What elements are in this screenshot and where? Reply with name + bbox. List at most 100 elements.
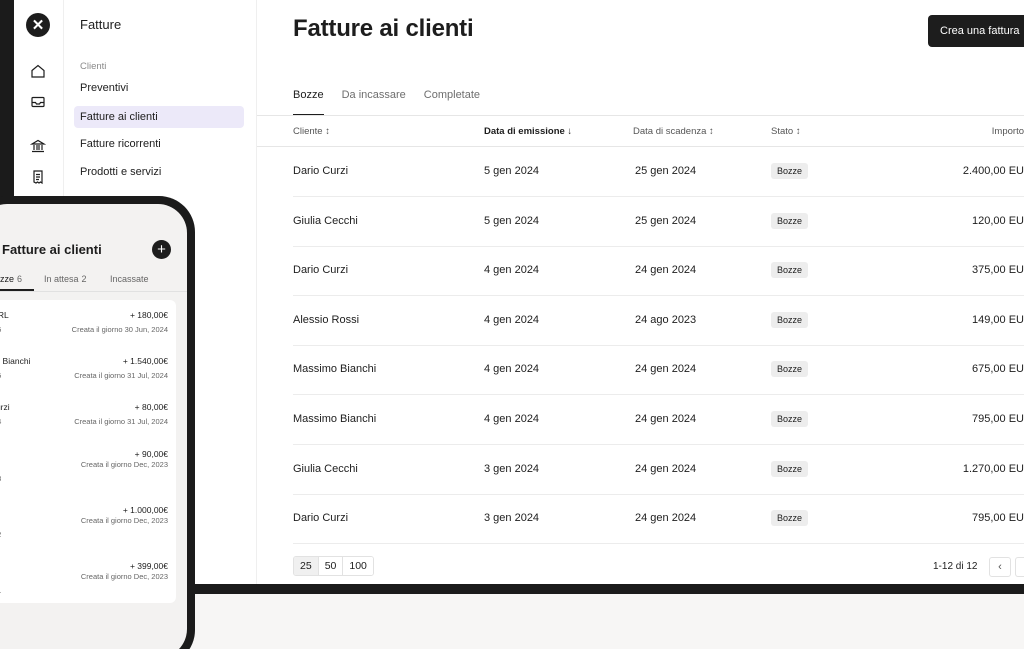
nav-item-fatture-ricorrenti[interactable]: Fatture ricorrenti	[74, 133, 244, 155]
mobile-item-code: 024-51	[0, 586, 1, 595]
cell-cliente: Alessio Rossi	[293, 313, 360, 326]
cell-importo: 375,00 EU	[972, 264, 1024, 277]
table-row[interactable]: Giulia Cecchi 5 gen 2024 25 gen 2024 Bozze 1…	[293, 197, 1024, 247]
inbox-icon[interactable]	[29, 93, 47, 111]
table-row[interactable]: Dario Curzi 4 gen 2024 24 gen 2024 Bozze 375…	[293, 246, 1024, 297]
cell-emissione: 4 gen 2024	[484, 264, 540, 277]
cell-cliente: Dario Curzi	[293, 264, 349, 277]
mobile-tab-bozze[interactable]: zze 6	[0, 274, 22, 284]
cell-importo: 675,00 EU	[972, 363, 1024, 376]
mobile-list-item[interactable]: me SRL + 180,00€ 024-56 Creata il giorno 30…	[0, 310, 176, 362]
cell-emissione: 3 gen 2024	[484, 512, 540, 525]
col-emissione-header[interactable]: Data di emissione ↓	[484, 126, 572, 137]
mobile-item-amount: + 80,00€	[134, 402, 168, 412]
cell-cliente: Giulia Cecchi	[293, 462, 358, 475]
mobile-item-amount: + 1.000,00€	[122, 505, 168, 515]
mobile-item-code: 024-55	[0, 371, 1, 380]
cell-scadenza: 24 gen 2024	[635, 363, 697, 376]
page-size-50[interactable]: 50	[318, 557, 344, 575]
mobile-list-item[interactable]: rio Curzi + 80,00€ 024-54 Creata il giorno …	[0, 402, 176, 454]
cell-scadenza: 25 gen 2024	[635, 165, 697, 177]
status-badge: Bozze	[771, 361, 809, 378]
mobile-tab-count: 6	[17, 274, 23, 284]
mobile-item-created: Creata il giorno 30 Jun, 2024	[71, 325, 168, 334]
mobile-page-title: Fatture ai clienti	[2, 242, 102, 257]
status-badge: Bozze	[771, 163, 809, 179]
page-size-selector: 25 50 100	[293, 556, 374, 576]
cell-importo: 795,00 EU	[972, 413, 1024, 425]
mobile-tab-divider	[0, 291, 187, 292]
cell-importo: 149,00 EU	[972, 313, 1024, 326]
pager-count: 1-12 di 12	[933, 561, 978, 572]
nav-item-prodotti-e-servizi[interactable]: Prodotti e servizi	[74, 161, 244, 183]
cell-scadenza: 25 gen 2024	[635, 214, 697, 227]
status-badge: Bozze	[771, 510, 809, 527]
mobile-item-created: Creata il giorno Dec, 2023	[80, 460, 168, 469]
mobile-item-name: me SRL	[0, 310, 9, 320]
bank-icon[interactable]	[29, 137, 47, 155]
mobile-item-created: Creata il giorno 31 Jul, 2024	[74, 417, 168, 426]
table-row[interactable]: Giulia Cecchi 3 gen 2024 24 gen 2024 Bozze 1…	[293, 445, 1024, 495]
col-stato-header[interactable]: Stato ↕	[771, 126, 801, 137]
cell-emissione: 4 gen 2024	[484, 313, 540, 326]
mobile-item-amount: + 180,00€	[129, 310, 168, 320]
next-page-button[interactable]: ›	[1015, 557, 1024, 577]
status-badge: Bozze	[771, 411, 809, 427]
table-row[interactable]: Dario Curzi 5 gen 2024 25 gen 2024 Bozze 2.4…	[293, 147, 1024, 197]
col-cliente-header[interactable]: Cliente ↕	[293, 126, 330, 137]
table-row[interactable]: Massimo Bianchi 4 gen 2024 24 gen 2024 Bozz…	[293, 345, 1024, 396]
page-title: Fatture ai clienti	[293, 15, 474, 42]
col-importo-header[interactable]: Importo	[992, 126, 1024, 137]
nav-item-fatture-ai-clienti[interactable]: Fatture ai clienti	[74, 106, 244, 128]
status-tabs: Bozze Da incassare Completate	[293, 86, 480, 116]
table-row[interactable]: Dario Curzi 3 gen 2024 24 gen 2024 Bozze 795…	[293, 494, 1024, 545]
status-badge: Bozze	[771, 212, 809, 229]
cell-cliente: Massimo Bianchi	[293, 363, 377, 376]
col-scadenza-header[interactable]: Data di scadenza ↕	[633, 126, 714, 137]
mobile-item-created: Creata il giorno Dec, 2023	[80, 516, 168, 525]
mobile-tab-incassate[interactable]: Incassate	[110, 274, 149, 284]
mobile-list-item[interactable]: ulia...+ 1.000,00€024-52Creata il giorno…	[0, 505, 176, 557]
table-row[interactable]: Massimo Bianchi 4 gen 2024 24 gen 2024 Bozz…	[293, 395, 1024, 445]
receipt-icon[interactable]	[29, 168, 47, 186]
nav-section-clienti: Clienti	[80, 61, 107, 72]
status-badge: Bozze	[771, 460, 809, 477]
mobile-item-name: ssimo Bianchi	[0, 356, 31, 366]
mobile-item-code: 024-52	[0, 530, 1, 539]
x-logo-icon[interactable]: ✕	[26, 13, 50, 37]
table-row[interactable]: Alessio Rossi 4 gen 2024 24 ago 2023 Bozze 1…	[293, 296, 1024, 346]
cell-emissione: 4 gen 2024	[484, 413, 540, 425]
mobile-tab-in-attesa[interactable]: In attesa 2	[44, 274, 87, 284]
status-badge: Bozze	[771, 311, 809, 328]
cell-cliente: Dario Curzi	[293, 165, 349, 177]
cell-cliente: Massimo Bianchi	[293, 413, 377, 425]
tab-da-incassare[interactable]: Da incassare	[342, 86, 406, 116]
mobile-item-code: 024-53	[0, 474, 1, 483]
status-badge: Bozze	[771, 262, 809, 279]
mobile-item-created: Creata il giorno Dec, 2023	[80, 572, 168, 581]
cell-importo: 2.400,00 EU	[962, 165, 1024, 177]
cell-emissione: 3 gen 2024	[484, 462, 540, 475]
mobile-item-amount: + 399,00€	[129, 561, 168, 571]
mobile-add-button[interactable]: +	[152, 240, 171, 259]
cell-importo: 1.270,00 EU	[962, 462, 1024, 475]
tab-completate[interactable]: Completate	[424, 86, 480, 116]
mobile-item-code: 024-54	[0, 417, 1, 426]
mobile-invoice-list: me SRL + 180,00€ 024-56 Creata il giorno 30…	[0, 300, 176, 603]
mobile-list-item[interactable]: mill...+ 399,00€024-51Creata il giorno D…	[0, 561, 176, 613]
prev-page-button[interactable]: ‹	[989, 557, 1011, 577]
nav-item-preventivi[interactable]: Preventivi	[74, 77, 244, 99]
tab-bozze[interactable]: Bozze	[293, 86, 324, 116]
mobile-item-amount: + 1.540,00€	[122, 356, 168, 366]
mobile-list-item[interactable]: ssimo Bianchi + 1.540,00€ 024-55 Creata il …	[0, 356, 176, 408]
cell-scadenza: 24 ago 2023	[635, 313, 697, 326]
page-size-100[interactable]: 100	[343, 557, 373, 575]
home-icon[interactable]	[29, 62, 47, 80]
mobile-tab-label: In attesa	[44, 274, 79, 284]
mobile-item-name: rio Curzi	[0, 402, 10, 412]
page-size-25[interactable]: 25	[294, 557, 319, 575]
cell-scadenza: 24 gen 2024	[635, 264, 697, 277]
cell-scadenza: 24 gen 2024	[635, 462, 697, 475]
create-invoice-button[interactable]: Crea una fattura	[928, 15, 1024, 47]
mobile-list-item[interactable]: car...+ 90,00€024-53Creata il giorno Dec…	[0, 449, 176, 501]
